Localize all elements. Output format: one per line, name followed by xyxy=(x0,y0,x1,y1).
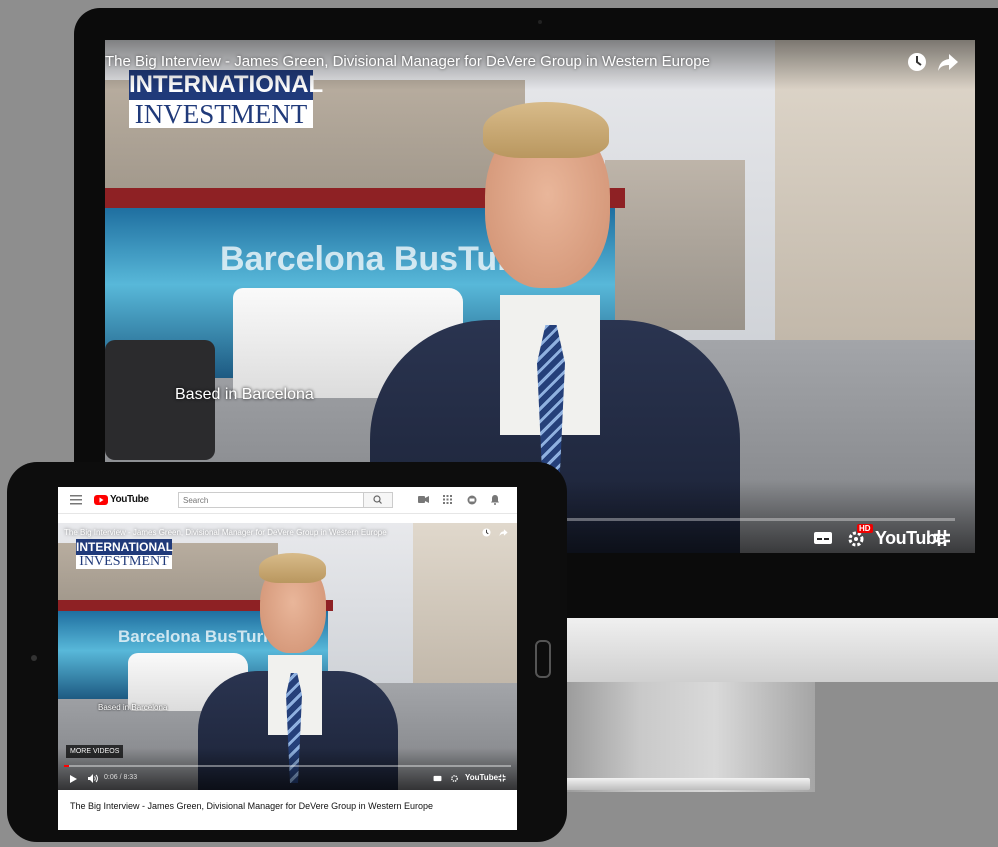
messages-icon[interactable] xyxy=(467,495,477,505)
monitor-chin xyxy=(540,614,998,682)
volume-icon[interactable] xyxy=(88,774,98,783)
notifications-icon[interactable] xyxy=(490,494,500,505)
controls-gradient xyxy=(58,748,517,790)
tablet-video-player[interactable]: Barcelona BusTuristic Based in Barcelona… xyxy=(58,523,517,790)
video-title[interactable]: The Big Interview - James Green, Divisio… xyxy=(64,528,387,537)
progress-fill xyxy=(64,765,70,767)
tablet-screen: YouTube Barcelona BusTuristic Based in B… xyxy=(58,487,517,830)
exit-fullscreen-icon[interactable] xyxy=(933,529,951,547)
video-title-below[interactable]: The Big Interview - James Green, Divisio… xyxy=(70,801,433,811)
apps-icon[interactable] xyxy=(443,495,452,504)
search-button[interactable] xyxy=(363,492,393,508)
progress-track[interactable] xyxy=(64,765,511,767)
search-input[interactable] xyxy=(178,492,368,508)
youtube-watermark[interactable]: YouTube xyxy=(465,773,498,782)
hd-badge: HD xyxy=(857,524,873,533)
channel-logo-bottom: INVESTMENT xyxy=(76,555,172,569)
youtube-wordmark[interactable]: YouTube xyxy=(110,494,149,505)
building-mid xyxy=(605,160,745,330)
menu-icon[interactable] xyxy=(70,495,82,505)
settings-icon[interactable] xyxy=(450,774,459,783)
fullscreen-icon[interactable] xyxy=(498,774,506,782)
upload-icon[interactable] xyxy=(418,495,429,504)
watch-later-icon[interactable] xyxy=(907,52,927,72)
webcam xyxy=(538,20,542,24)
time-display: 0:06 / 8:33 xyxy=(104,774,138,781)
monitor-stand xyxy=(565,682,815,792)
subtitles-icon[interactable] xyxy=(813,530,833,546)
building-right xyxy=(413,523,517,693)
subtitles-icon[interactable] xyxy=(433,775,442,782)
channel-logo-top: INTERNATIONAL xyxy=(76,539,174,555)
lower-third-text: Based in Barcelona xyxy=(175,386,314,403)
youtube-logo-icon[interactable] xyxy=(94,495,108,505)
youtube-masthead: YouTube xyxy=(58,487,517,514)
share-icon[interactable] xyxy=(937,52,959,72)
presenter-hair xyxy=(483,102,609,158)
tablet-home-button[interactable] xyxy=(535,640,551,678)
watch-later-icon[interactable] xyxy=(482,528,491,537)
share-icon[interactable] xyxy=(499,528,508,537)
monitor-base xyxy=(560,778,810,790)
play-icon[interactable] xyxy=(70,775,77,783)
tablet-camera xyxy=(31,655,37,661)
presenter-hair xyxy=(259,553,326,583)
lower-third-text: Based in Barcelona xyxy=(98,703,168,712)
channel-logo-bottom: INVESTMENT xyxy=(129,100,313,128)
video-title[interactable]: The Big Interview - James Green, Divisio… xyxy=(105,53,710,70)
